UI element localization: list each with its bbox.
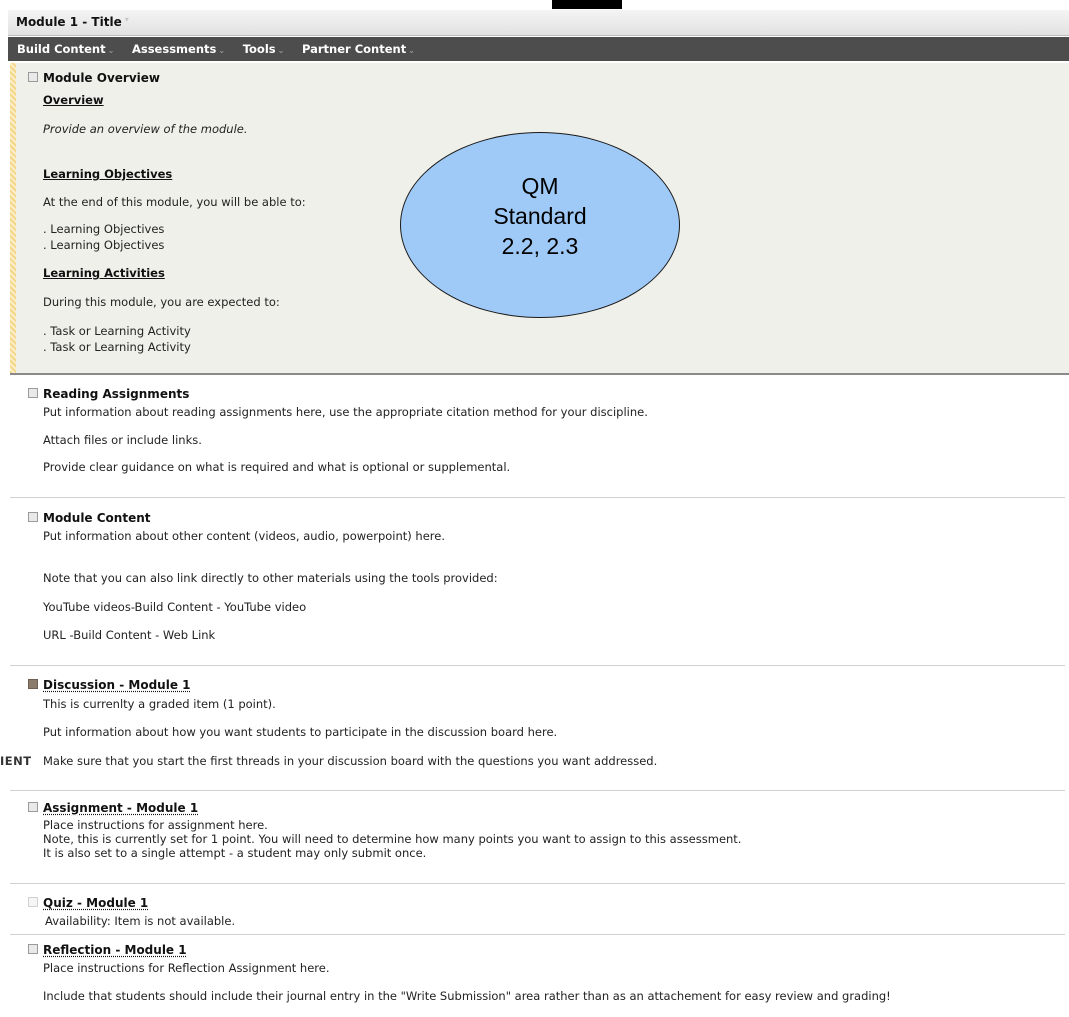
clipped-heading-fragment bbox=[552, 0, 622, 9]
assignment-text: Note, this is currently set for 1 point.… bbox=[43, 832, 742, 846]
activity-item: . Task or Learning Activity bbox=[43, 324, 191, 338]
clipped-side-label: IENT bbox=[0, 754, 32, 768]
content-menu-bar: Build Content ⌄ Assessments ⌄ Tools ⌄ Partn… bbox=[8, 37, 1069, 61]
assignment-text: Place instructions for assignment here. bbox=[43, 818, 268, 832]
item-divider bbox=[10, 497, 1065, 498]
reflection-text: Include that students should include the… bbox=[43, 989, 891, 1003]
content-text: Note that you can also link directly to … bbox=[43, 571, 498, 585]
content-text: Put information about other content (vid… bbox=[43, 529, 445, 543]
reading-text: Provide clear guidance on what is requir… bbox=[43, 460, 511, 474]
quiz-title-link[interactable]: Quiz - Module 1 bbox=[43, 896, 148, 910]
content-item-icon bbox=[28, 72, 38, 82]
callout-line: QM bbox=[521, 173, 559, 199]
content-item-icon bbox=[28, 388, 38, 398]
reading-assignments-title[interactable]: Reading Assignments bbox=[43, 387, 189, 401]
objective-item: . Learning Objectives bbox=[43, 222, 165, 236]
assignment-icon bbox=[28, 802, 38, 812]
discussion-text: This is currenlty a graded item (1 point… bbox=[43, 697, 276, 711]
reading-text: Attach files or include links. bbox=[43, 433, 202, 447]
chevron-down-icon: ⌄ bbox=[277, 46, 285, 55]
reflection-icon bbox=[28, 944, 38, 954]
item-divider bbox=[10, 665, 1065, 666]
menu-tools[interactable]: Tools ⌄ bbox=[240, 42, 288, 56]
callout-line: Standard bbox=[493, 203, 587, 229]
module-overview-title[interactable]: Module Overview bbox=[43, 71, 160, 85]
item-divider bbox=[10, 934, 1065, 935]
content-text: YouTube videos-Build Content - YouTube v… bbox=[43, 600, 307, 614]
menu-assessments-label: Assessments bbox=[131, 42, 217, 56]
objectives-intro: At the end of this module, you will be a… bbox=[43, 195, 306, 209]
item-divider bbox=[10, 883, 1065, 884]
discussion-icon bbox=[28, 679, 38, 689]
assignment-text: It is also set to a single attempt - a s… bbox=[43, 846, 427, 860]
assignment-title-link[interactable]: Assignment - Module 1 bbox=[43, 801, 198, 815]
menu-tools-label: Tools bbox=[242, 42, 276, 56]
discussion-text: Make sure that you start the first threa… bbox=[43, 754, 658, 768]
chevron-down-icon: ⌄ bbox=[408, 46, 415, 55]
qm-standard-callout: QM Standard 2.2, 2.3 bbox=[400, 132, 680, 318]
reflection-title-link[interactable]: Reflection - Module 1 bbox=[43, 943, 187, 957]
menu-partner-content-label: Partner Content bbox=[301, 42, 407, 56]
page-title: Module 1 - Title bbox=[16, 15, 122, 29]
menu-build-content[interactable]: Build Content ⌄ bbox=[14, 42, 117, 56]
discussion-text: Put information about how you want stude… bbox=[43, 725, 558, 739]
menu-build-content-label: Build Content bbox=[17, 42, 106, 56]
overview-text: Provide an overview of the module. bbox=[43, 122, 248, 136]
reading-text: Put information about reading assignment… bbox=[43, 405, 648, 419]
quiz-availability-text: Availability: Item is not available. bbox=[45, 914, 236, 928]
page-title-bar: Module 1 - Title ▾ bbox=[8, 10, 1069, 36]
content-text: URL -Build Content - Web Link bbox=[43, 628, 216, 642]
objective-item: . Learning Objectives bbox=[43, 238, 165, 252]
overview-heading: Overview bbox=[43, 93, 104, 107]
title-menu-chevron-icon[interactable]: ▾ bbox=[125, 15, 129, 24]
activity-item: . Task or Learning Activity bbox=[43, 340, 191, 354]
callout-line: 2.2, 2.3 bbox=[501, 233, 579, 259]
discussion-title-link[interactable]: Discussion - Module 1 bbox=[43, 678, 191, 692]
module-content-title[interactable]: Module Content bbox=[43, 511, 151, 525]
menu-partner-content[interactable]: Partner Content ⌄ bbox=[299, 42, 418, 56]
learning-activities-heading: Learning Activities bbox=[43, 266, 165, 280]
selection-stripe bbox=[10, 63, 16, 373]
chevron-down-icon: ⌄ bbox=[107, 46, 115, 55]
chevron-down-icon: ⌄ bbox=[218, 46, 226, 55]
quiz-icon bbox=[28, 897, 38, 907]
item-divider bbox=[10, 790, 1065, 791]
menu-assessments[interactable]: Assessments ⌄ bbox=[129, 42, 228, 56]
learning-objectives-heading: Learning Objectives bbox=[43, 167, 173, 181]
activities-intro: During this module, you are expected to: bbox=[43, 295, 280, 309]
content-item-icon bbox=[28, 512, 38, 522]
reflection-text: Place instructions for Reflection Assign… bbox=[43, 961, 330, 975]
